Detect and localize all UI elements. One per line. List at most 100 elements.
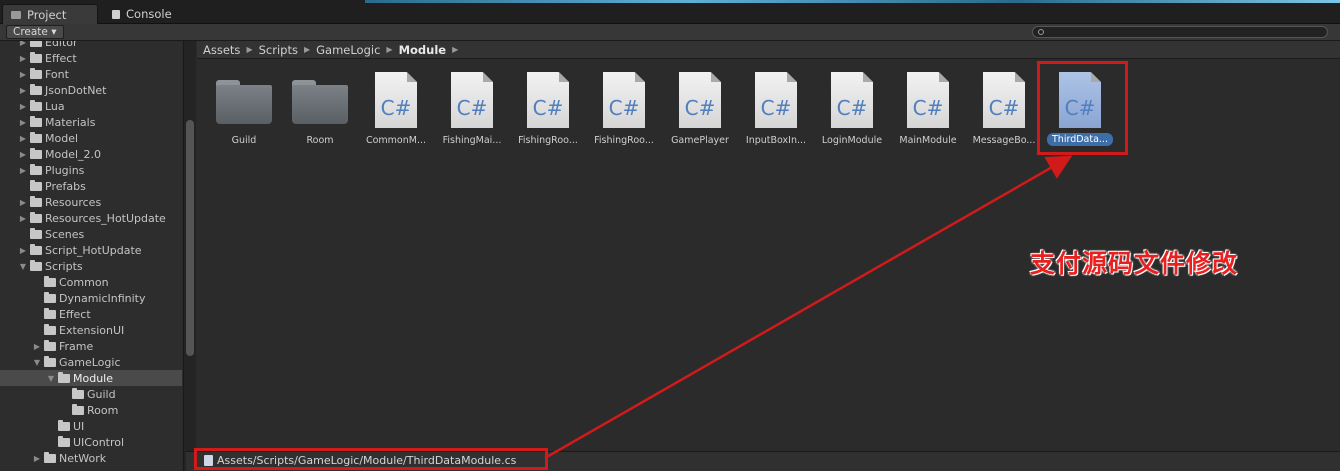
- folder-icon: [30, 195, 42, 207]
- tree-item[interactable]: ▼ Module: [0, 370, 182, 386]
- tree-item-label: Effect: [59, 307, 91, 321]
- chevron-down-icon[interactable]: ▼: [46, 374, 56, 383]
- tree-item[interactable]: ▼ GameLogic: [0, 354, 182, 370]
- tree-item[interactable]: UIControl: [0, 434, 182, 450]
- folder-icon: [30, 51, 42, 63]
- tree-item-label: ExtensionUI: [59, 323, 125, 337]
- chevron-right-icon[interactable]: ▶: [18, 118, 28, 127]
- page-fold-icon: [863, 72, 873, 82]
- project-toolbar: Create ▾: [0, 24, 1340, 41]
- folder-icon: [58, 371, 70, 383]
- csharp-glyph: C#: [760, 96, 792, 120]
- chevron-right-icon[interactable]: ▶: [18, 41, 28, 47]
- folder-icon: [30, 227, 42, 239]
- asset-label: LoginModule: [821, 135, 883, 146]
- folder-icon: [292, 80, 348, 124]
- page-fold-icon: [483, 72, 493, 82]
- tree-item[interactable]: ▶ Model_2.0: [0, 146, 182, 162]
- tree-item[interactable]: Guild: [0, 386, 182, 402]
- chevron-right-icon[interactable]: ▶: [18, 54, 28, 63]
- asset-script[interactable]: C# CommonM...: [359, 70, 433, 154]
- tree-item[interactable]: Prefabs: [0, 178, 182, 194]
- tab-console-label: Console: [126, 7, 172, 21]
- breadcrumb-separator-icon: ▶: [303, 45, 311, 54]
- chevron-right-icon[interactable]: ▶: [18, 166, 28, 175]
- tree-item[interactable]: Common: [0, 274, 182, 290]
- csharp-glyph: C#: [988, 96, 1020, 120]
- tree-item[interactable]: Effect: [0, 306, 182, 322]
- chevron-down-icon[interactable]: ▼: [18, 262, 28, 271]
- breadcrumb-item[interactable]: Scripts: [259, 43, 298, 57]
- tree-item[interactable]: ▶ Editor: [0, 41, 182, 50]
- tree-item[interactable]: ▼ Scripts: [0, 258, 182, 274]
- chevron-right-icon[interactable]: ▶: [32, 454, 42, 463]
- tree-item[interactable]: Room: [0, 402, 182, 418]
- tree-item[interactable]: ▶ Script_HotUpdate: [0, 242, 182, 258]
- tree-item-label: Editor: [45, 41, 78, 49]
- tree-item[interactable]: UI: [0, 418, 182, 434]
- asset-label: Guild: [231, 135, 257, 146]
- asset-script[interactable]: C# MessageBo...: [967, 70, 1041, 154]
- asset-folder[interactable]: Room: [283, 70, 357, 154]
- chevron-down-icon[interactable]: ▼: [32, 358, 42, 367]
- tree-item[interactable]: ExtensionUI: [0, 322, 182, 338]
- asset-script[interactable]: C# LoginModule: [815, 70, 889, 154]
- folder-icon: [72, 403, 84, 415]
- chevron-right-icon[interactable]: ▶: [32, 342, 42, 351]
- tree-item[interactable]: Scenes: [0, 226, 182, 242]
- folder-icon: [30, 211, 42, 223]
- breadcrumb-item[interactable]: GameLogic: [316, 43, 380, 57]
- folder-icon: [44, 339, 56, 351]
- tree-item[interactable]: ▶ Font: [0, 66, 182, 82]
- chevron-right-icon[interactable]: ▶: [18, 134, 28, 143]
- asset-script[interactable]: C# FishingRoo...: [587, 70, 661, 154]
- tab-project[interactable]: Project: [2, 4, 98, 24]
- folder-icon: [44, 323, 56, 335]
- tree-item[interactable]: ▶ Materials: [0, 114, 182, 130]
- chevron-right-icon[interactable]: ▶: [18, 246, 28, 255]
- tree-item-label: Resources: [45, 195, 102, 209]
- breadcrumb-item[interactable]: Assets: [203, 43, 240, 57]
- folder-icon: [44, 451, 56, 463]
- tree-item[interactable]: ▶ Plugins: [0, 162, 182, 178]
- tree-item[interactable]: ▶ Frame: [0, 338, 182, 354]
- project-icon: [11, 10, 21, 19]
- chevron-right-icon[interactable]: ▶: [18, 102, 28, 111]
- asset-script[interactable]: C# FishingRoo...: [511, 70, 585, 154]
- asset-script[interactable]: C# FishingMai...: [435, 70, 509, 154]
- tree-item[interactable]: ▶ JsonDotNet: [0, 82, 182, 98]
- tree-item[interactable]: DynamicInfinity: [0, 290, 182, 306]
- tree-item[interactable]: ▶ Resources: [0, 194, 182, 210]
- chevron-right-icon[interactable]: ▶: [18, 214, 28, 223]
- tree-item-label: Module: [73, 371, 113, 385]
- tab-console[interactable]: Console: [104, 4, 182, 24]
- tree-scrollbar-thumb[interactable]: [186, 120, 194, 356]
- asset-script[interactable]: C# InputBoxIn...: [739, 70, 813, 154]
- asset-script[interactable]: C# GamePlayer: [663, 70, 737, 154]
- search-input[interactable]: [1032, 26, 1328, 38]
- tree-item[interactable]: ▶ Model: [0, 130, 182, 146]
- csharp-glyph: C#: [912, 96, 944, 120]
- tree-item[interactable]: ▶ Lua: [0, 98, 182, 114]
- tree-item[interactable]: ▶ NetWork: [0, 450, 182, 466]
- tree-item[interactable]: ▶ Resources_HotUpdate: [0, 210, 182, 226]
- csharp-glyph: C#: [684, 96, 716, 120]
- folder-icon: [216, 80, 272, 124]
- tree-item-label: Scenes: [45, 227, 85, 241]
- chevron-right-icon[interactable]: ▶: [18, 150, 28, 159]
- page-fold-icon: [1015, 72, 1025, 82]
- chevron-right-icon[interactable]: ▶: [18, 86, 28, 95]
- folder-icon: [30, 179, 42, 191]
- folder-icon: [58, 435, 70, 447]
- breadcrumb-separator-icon: ▶: [452, 45, 459, 54]
- chevron-right-icon[interactable]: ▶: [18, 198, 28, 207]
- asset-folder[interactable]: Guild: [207, 70, 281, 154]
- asset-label: FishingMai...: [442, 135, 502, 146]
- asset-label: FishingRoo...: [518, 135, 578, 146]
- chevron-right-icon[interactable]: ▶: [18, 70, 28, 79]
- folder-icon: [72, 387, 84, 399]
- create-button[interactable]: Create ▾: [6, 25, 64, 39]
- breadcrumb-item[interactable]: Module: [399, 43, 447, 57]
- tree-item[interactable]: ▶ Effect: [0, 50, 182, 66]
- asset-script[interactable]: C# MainModule: [891, 70, 965, 154]
